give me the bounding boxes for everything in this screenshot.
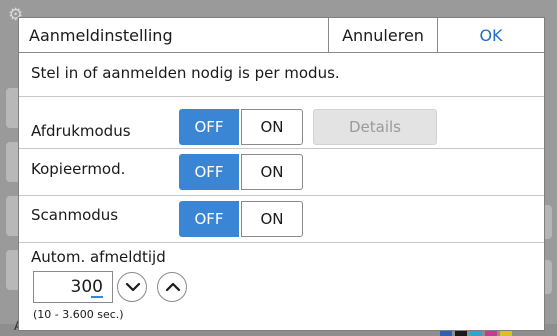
chevron-down-icon [125,282,141,292]
copy-mode-on-toggle[interactable]: ON [241,154,303,190]
auto-logout-range: (10 - 3.600 sec.) [33,308,124,321]
row-divider [19,195,544,196]
row-divider [19,96,544,97]
cancel-button[interactable]: Annuleren [328,18,437,52]
copy-mode-label: Kopieermod. [31,160,126,178]
dialog-title: Aanmeldinstelling [29,26,173,45]
scan-mode-label: Scanmodus [31,206,119,224]
dialog-header: Aanmeldinstelling Annuleren OK [19,18,544,53]
auto-logout-input[interactable]: 300 [33,271,113,303]
scan-mode-on-toggle[interactable]: ON [241,201,303,237]
text-cursor [91,296,103,298]
dialog-description: Stel in of aanmelden nodig is per modus. [31,64,340,82]
print-mode-off-toggle[interactable]: OFF [179,109,239,145]
scan-mode-off-toggle[interactable]: OFF [179,201,239,237]
login-settings-dialog: Aanmeldinstelling Annuleren OK Stel in o… [18,17,545,331]
print-mode-details-button[interactable]: Details [313,109,437,145]
chevron-up-icon [165,282,181,292]
decrease-button[interactable] [117,272,147,302]
print-mode-on-toggle[interactable]: ON [241,109,303,145]
increase-button[interactable] [157,272,187,302]
ok-button[interactable]: OK [437,18,544,52]
row-divider [19,148,544,149]
auto-logout-label: Autom. afmeldtijd [31,248,166,266]
auto-logout-value: 300 [70,277,103,297]
print-mode-label: Afdrukmodus [31,122,131,140]
row-divider [19,242,544,243]
copy-mode-off-toggle[interactable]: OFF [179,154,239,190]
